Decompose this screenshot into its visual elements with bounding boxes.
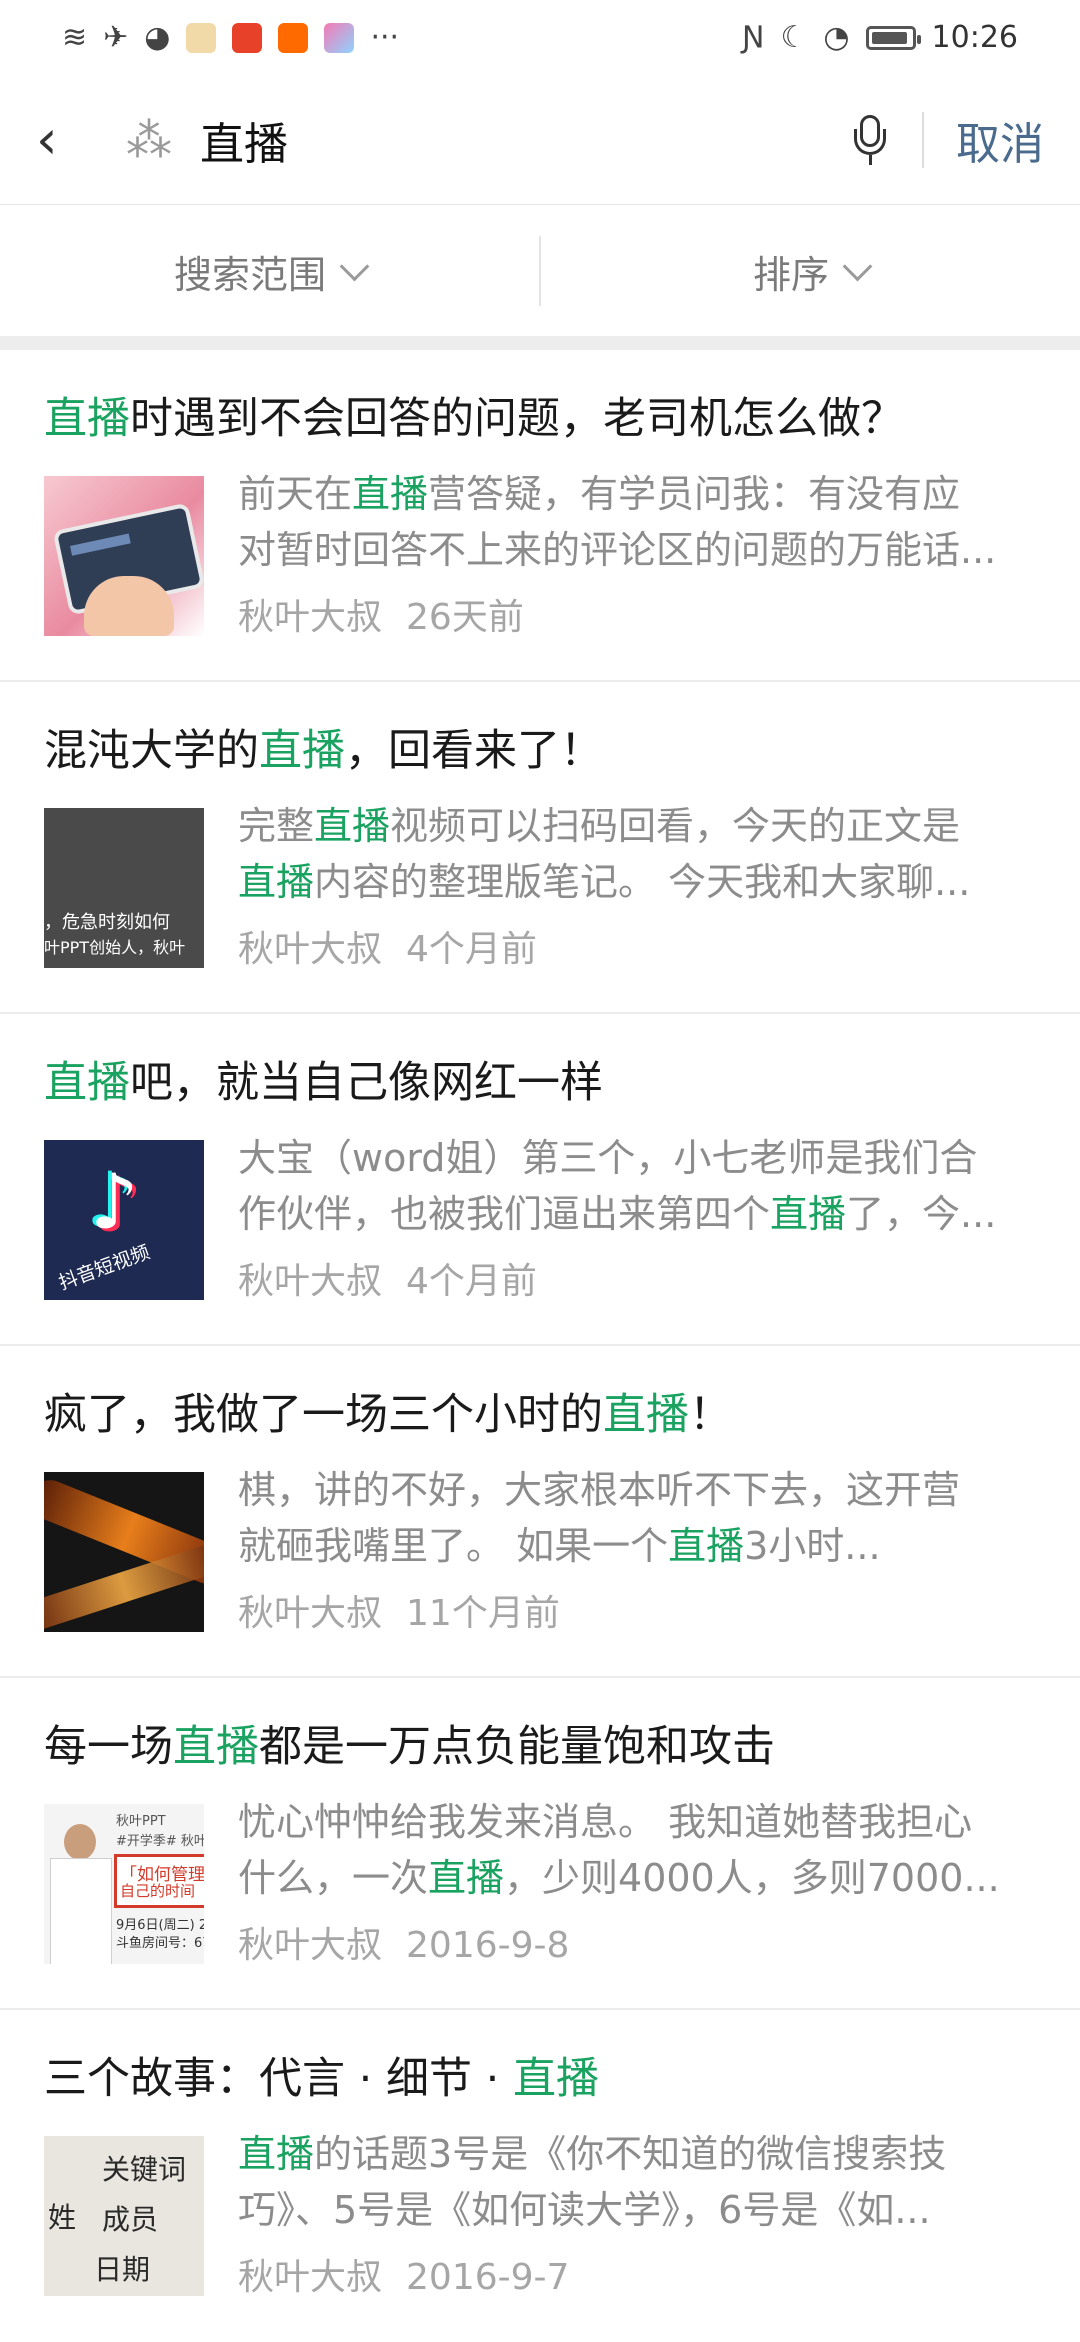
sort-filter-label: 排序 [752, 252, 829, 297]
result-title: 混沌大学的直播，回看来了！ [44, 726, 603, 776]
app-icon [186, 22, 217, 53]
result-thumbnail [44, 1472, 204, 1632]
result-title: 直播时遇到不会回答的问题，老司机怎么做？ [44, 394, 904, 444]
result-time: 4个月前 [406, 929, 537, 970]
back-arrow-icon[interactable]: ‹ [36, 108, 96, 171]
result-thumbnail: 秋叶PPT #开学季# 秋叶直 「如何管理 自己的时间 9月6日(周二) 21 … [44, 1804, 204, 1964]
moon-icon: ☾ [780, 19, 808, 55]
result-thumbnail: ，危急时刻如何 叶PPT创始人，秋叶 [44, 808, 204, 968]
battery-icon [865, 25, 921, 50]
result-thumbnail: 关键词 成员 日期 姓 [44, 2136, 204, 2296]
thumbnail-caption: 自己的时间 [120, 1882, 196, 1900]
section-separator [0, 336, 1080, 350]
thumbnail-caption: 关键词 [102, 2153, 187, 2186]
status-bar-right: Ɲ ☾ ◔ 10:26 [742, 20, 1018, 55]
microphone-icon[interactable] [854, 114, 888, 165]
result-meta: 秋叶大叔 2016-9-7 [238, 2248, 569, 2300]
thumbnail-caption: 9月6日(周二) 21 [116, 1918, 204, 1933]
result-title: 疯了，我做了一场三个小时的直播！ [44, 1390, 732, 1440]
result-title: 直播吧，就当自己像网红一样 [44, 1058, 603, 1108]
wechat-icon: ◕ [144, 19, 171, 55]
cancel-button[interactable]: 取消 [956, 108, 1044, 172]
result-author: 秋叶大叔 [238, 1261, 383, 1302]
filter-bar: 搜索范围 排序 [0, 206, 1080, 336]
result-author: 秋叶大叔 [238, 1593, 383, 1634]
thumbnail-caption: 叶PPT创始人，秋叶 [44, 938, 186, 957]
result-meta: 秋叶大叔 26天前 [238, 588, 524, 640]
search-divider [922, 111, 924, 168]
result-snippet: 完整直播视频可以扫码回看，今天的正文是 直播内容的整理版笔记。 今天我和大家聊.… [238, 804, 971, 904]
result-author: 秋叶大叔 [238, 2257, 383, 2298]
result-time: 11个月前 [406, 1593, 560, 1634]
result-title: 每一场直播都是一万点负能量饱和攻击 [44, 1722, 775, 1772]
taobao-icon [278, 22, 309, 53]
scope-filter-button[interactable]: 搜索范围 [0, 244, 539, 299]
result-meta: 秋叶大叔 4个月前 [238, 1252, 537, 1304]
result-snippet: 棋，讲的不好，大家根本听不下去，这开营 就砸我嘴里了。 如果一个直播3小时... [238, 1468, 961, 1568]
sort-filter-button[interactable]: 排序 [541, 244, 1080, 299]
result-meta: 秋叶大叔 4个月前 [238, 920, 537, 972]
status-bar-left: ≋ ✈ ◕ ··· [62, 19, 400, 55]
result-snippet: 直播的话题3号是《你不知道的微信搜索技 巧》、5号是《如何读大学》，6号是《如.… [238, 2132, 947, 2232]
result-title: 三个故事：代言 · 细节 · 直播 [44, 2054, 600, 2104]
scope-filter-label: 搜索范围 [173, 252, 326, 297]
wifi-icon: ≋ [62, 19, 88, 55]
result-meta: 秋叶大叔 2016-9-8 [238, 1916, 569, 1968]
result-author: 秋叶大叔 [238, 1925, 383, 1966]
result-item[interactable]: 每一场直播都是一万点负能量饱和攻击 秋叶PPT #开学季# 秋叶直 「如何管理 … [0, 1678, 1080, 2010]
search-input[interactable]: 直播 [200, 108, 854, 172]
result-item[interactable]: 直播时遇到不会回答的问题，老司机怎么做？ 前天在直播营答疑，有学员问我：有没有应… [0, 350, 1080, 682]
result-item[interactable]: 三个故事：代言 · 细节 · 直播 关键词 成员 日期 姓 直播的话题3号是《你… [0, 2010, 1080, 2342]
thumbnail-caption: #开学季# 秋叶直 [116, 1834, 204, 1849]
thumbnail-caption: ，危急时刻如何 [44, 912, 170, 933]
tiktok-logo-icon: ♪ [90, 1157, 139, 1246]
result-item[interactable]: 直播吧，就当自己像网红一样 ♪ 抖音短视频 大宝（word姐）第三个，小七老师是… [0, 1014, 1080, 1346]
result-snippet: 前天在直播营答疑，有学员问我：有没有应 对暂时回答不上来的评论区的问题的万能话.… [238, 472, 997, 572]
loading-spinner-icon: ⁂ [126, 112, 172, 167]
result-author: 秋叶大叔 [238, 929, 383, 970]
thumbnail-caption: 日期 [94, 2253, 151, 2286]
result-time: 4个月前 [406, 1261, 537, 1302]
thumbnail-caption: 成员 [102, 2203, 159, 2236]
airplane-icon: ✈ [103, 19, 129, 55]
app-icon [232, 22, 263, 53]
result-snippet: 忧心忡忡给我发来消息。 我知道她替我担心 什么，一次直播，少则4000人，多则7… [238, 1800, 1000, 1900]
result-thumbnail: ♪ 抖音短视频 [44, 1140, 204, 1300]
thumbnail-caption: 秋叶PPT [116, 1814, 166, 1829]
thumbnail-caption: 斗鱼房间号：67 [116, 1936, 204, 1951]
result-time: 2016-9-8 [406, 1925, 570, 1966]
chevron-down-icon [339, 251, 370, 281]
status-time: 10:26 [931, 20, 1018, 55]
more-icon: ··· [370, 19, 400, 55]
nfc-icon: Ɲ [741, 19, 765, 55]
result-thumbnail [44, 476, 204, 636]
result-time: 2016-9-7 [406, 2257, 570, 2298]
result-author: 秋叶大叔 [238, 597, 383, 638]
status-bar: ≋ ✈ ◕ ··· Ɲ ☾ ◔ 10:26 [0, 0, 1080, 75]
search-bar: ‹ ⁂ 直播 取消 [0, 75, 1080, 205]
result-meta: 秋叶大叔 11个月前 [238, 1584, 560, 1636]
thumbnail-caption: 姓 [48, 2201, 77, 2234]
app-icon [324, 22, 355, 53]
chevron-down-icon [842, 251, 873, 281]
result-item[interactable]: 疯了，我做了一场三个小时的直播！ 棋，讲的不好，大家根本听不下去，这开营 就砸我… [0, 1346, 1080, 1678]
result-time: 26天前 [406, 597, 524, 638]
result-snippet: 大宝（word姐）第三个，小七老师是我们合 作伙伴，也被我们逼出来第四个直播了，… [238, 1136, 997, 1236]
data-saver-icon: ◔ [823, 19, 850, 55]
results-list: 直播时遇到不会回答的问题，老司机怎么做？ 前天在直播营答疑，有学员问我：有没有应… [0, 350, 1080, 2342]
result-item[interactable]: 混沌大学的直播，回看来了！ ，危急时刻如何 叶PPT创始人，秋叶 完整直播视频可… [0, 682, 1080, 1014]
